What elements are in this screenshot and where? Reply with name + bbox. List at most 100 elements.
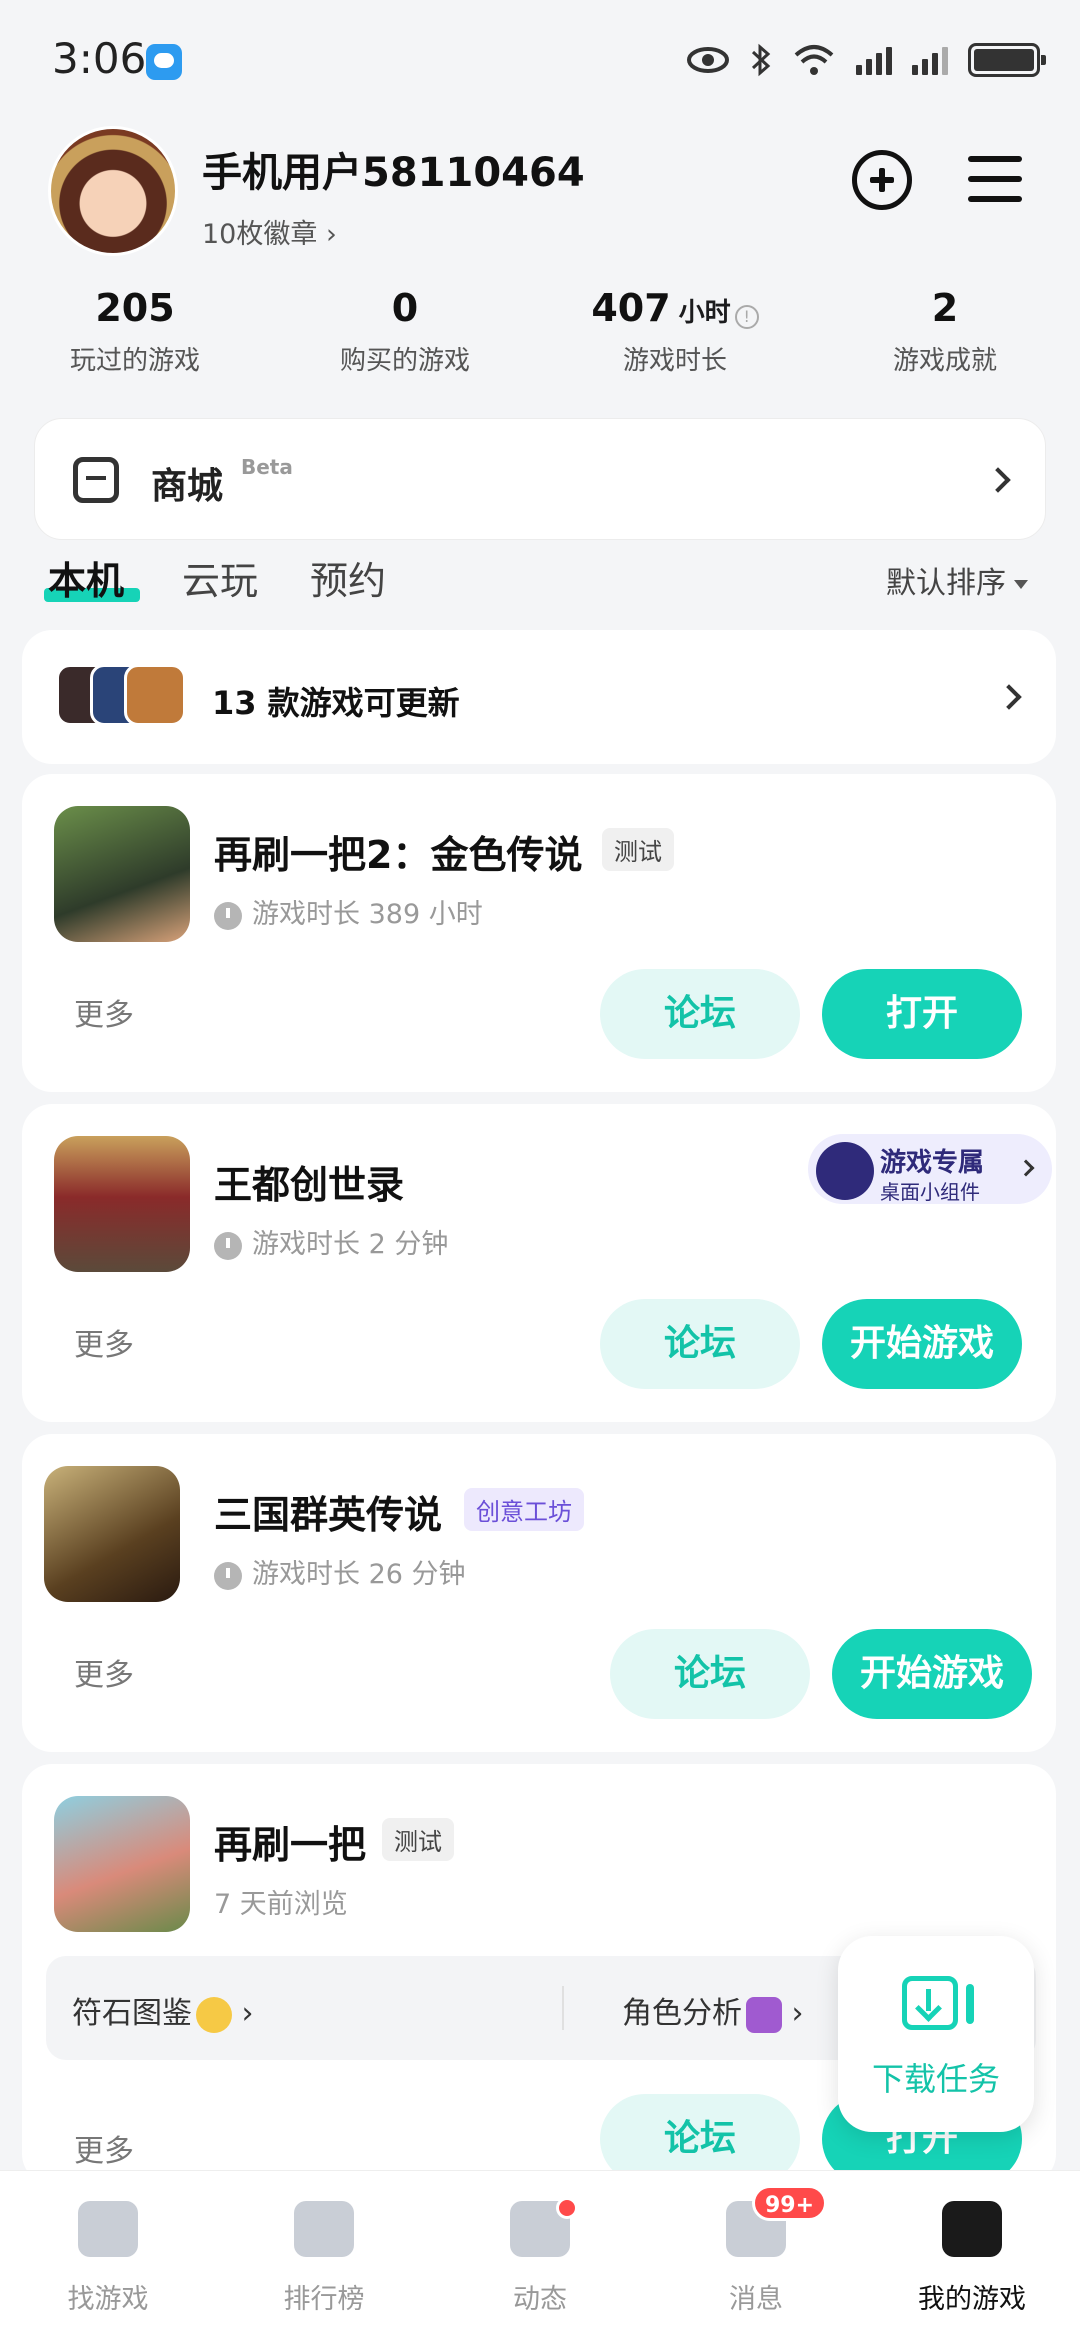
update-text: 13 款游戏可更新 bbox=[212, 684, 460, 722]
stat-label: 玩过的游戏 bbox=[69, 346, 200, 376]
download-icon bbox=[902, 1976, 958, 2030]
stats-row: 205 玩过的游戏 0 购买的游戏 407 小时! 游戏时长 2 游戏成就 bbox=[0, 286, 1080, 377]
my-games-icon bbox=[942, 2201, 1002, 2257]
nav-label: 排行榜 bbox=[283, 2284, 365, 2315]
desktop-widget-button[interactable]: 游戏专属 桌面小组件 bbox=[808, 1134, 1052, 1204]
avatar[interactable] bbox=[48, 126, 178, 256]
update-banner[interactable]: 13 款游戏可更新 bbox=[22, 630, 1056, 764]
download-label: 下载任务 bbox=[871, 2060, 1000, 2098]
beta-badge: Beta bbox=[241, 455, 293, 479]
widget-title: 游戏专属 bbox=[880, 1148, 985, 1178]
info-icon[interactable]: ! bbox=[734, 304, 759, 329]
stat-purchased[interactable]: 0 购买的游戏 bbox=[270, 286, 540, 377]
more-link[interactable]: 更多 bbox=[74, 1320, 134, 1364]
signal-icon bbox=[912, 45, 948, 75]
game-card[interactable]: 再刷一把2：金色传说 测试 游戏时长 389 小时 更多 论坛 打开 bbox=[22, 774, 1056, 1092]
download-tasks-button[interactable]: 下载任务 bbox=[838, 1936, 1034, 2132]
badges-link[interactable]: 10枚徽章 › bbox=[202, 212, 337, 251]
playtime: 游戏时长 2 分钟 bbox=[214, 1222, 448, 1261]
mall-card[interactable]: 商城 Beta bbox=[34, 418, 1046, 540]
stat-value: 2 bbox=[931, 286, 959, 330]
stat-value: 205 bbox=[95, 286, 175, 330]
game-card[interactable]: 王都创世录 游戏专属 桌面小组件 游戏时长 2 分钟 更多 论坛 开始游戏 bbox=[22, 1104, 1056, 1422]
add-button[interactable] bbox=[852, 150, 912, 210]
game-icon bbox=[54, 1796, 190, 1932]
nav-label: 消息 bbox=[729, 2284, 783, 2315]
store-icon bbox=[73, 457, 119, 503]
nav-label: 动态 bbox=[513, 2284, 567, 2315]
tool-label: 符石图鉴 bbox=[72, 1996, 192, 2031]
nav-label: 找游戏 bbox=[67, 2284, 149, 2315]
widget-subtitle: 桌面小组件 bbox=[880, 1180, 980, 1204]
stat-playtime[interactable]: 407 小时! 游戏时长 bbox=[540, 286, 810, 377]
game-title: 王都创世录 bbox=[214, 1163, 405, 1207]
game-icon bbox=[54, 806, 190, 942]
stat-achievements[interactable]: 2 游戏成就 bbox=[810, 286, 1080, 377]
find-game-icon bbox=[78, 2201, 138, 2257]
bluetooth-icon bbox=[751, 43, 771, 77]
workshop-tag: 创意工坊 bbox=[464, 1488, 584, 1531]
chat-app-icon bbox=[146, 44, 182, 80]
nav-feed[interactable]: 动态 bbox=[432, 2171, 648, 2331]
game-title: 再刷一把 bbox=[214, 1823, 367, 1867]
tab-cloud[interactable]: 云玩 bbox=[182, 550, 258, 605]
playtime: 游戏时长 389 小时 bbox=[214, 892, 483, 931]
bottom-nav: 找游戏 排行榜 动态 消息 我的游戏 99+ bbox=[0, 2170, 1080, 2331]
game-icon bbox=[54, 1136, 190, 1272]
game-thumb bbox=[124, 664, 186, 726]
gamepad-icon bbox=[816, 1142, 874, 1200]
playtime: 7 天前浏览 bbox=[214, 1889, 348, 1920]
test-tag: 测试 bbox=[382, 1818, 454, 1861]
game-card[interactable]: 三国群英传说 创意工坊 游戏时长 26 分钟 更多 论坛 开始游戏 bbox=[22, 1434, 1056, 1752]
forum-button[interactable]: 论坛 bbox=[610, 1629, 810, 1719]
download-icon-bar bbox=[966, 1984, 974, 2024]
rune-guide-link[interactable]: 符石图鉴 › bbox=[72, 1988, 254, 2033]
start-game-button[interactable]: 开始游戏 bbox=[822, 1299, 1022, 1389]
timer-icon bbox=[214, 1561, 242, 1590]
stat-unit: 小时 bbox=[678, 298, 731, 328]
stat-label: 游戏时长 bbox=[622, 346, 727, 376]
menu-button[interactable] bbox=[968, 156, 1022, 202]
stat-played[interactable]: 205 玩过的游戏 bbox=[0, 286, 270, 377]
chevron-right-icon bbox=[1017, 1159, 1035, 1177]
forum-button[interactable]: 论坛 bbox=[600, 969, 800, 1059]
unread-badge: 99+ bbox=[752, 2185, 828, 2221]
forum-button[interactable]: 论坛 bbox=[600, 1299, 800, 1389]
mall-label: 商城 bbox=[151, 466, 224, 507]
character-analysis-link[interactable]: 角色分析 › bbox=[622, 1988, 804, 2033]
tab-reserve[interactable]: 预约 bbox=[310, 550, 386, 605]
start-game-button[interactable]: 开始游戏 bbox=[832, 1629, 1032, 1719]
playtime: 游戏时长 26 分钟 bbox=[214, 1552, 466, 1591]
chevron-right-icon bbox=[996, 684, 1022, 710]
tool-label: 角色分析 bbox=[622, 1996, 742, 2031]
stat-value: 407 bbox=[591, 286, 671, 330]
nav-my-games[interactable]: 我的游戏 bbox=[864, 2171, 1080, 2331]
stat-label: 购买的游戏 bbox=[339, 346, 470, 376]
signal-icon bbox=[856, 45, 892, 75]
sort-dropdown[interactable]: 默认排序 bbox=[886, 558, 1028, 602]
more-link[interactable]: 更多 bbox=[74, 1650, 134, 1694]
eye-icon bbox=[687, 47, 729, 73]
notification-dot bbox=[556, 2197, 578, 2219]
stat-value: 0 bbox=[391, 286, 419, 330]
wifi-icon bbox=[794, 45, 834, 75]
stat-label: 游戏成就 bbox=[892, 346, 997, 376]
timer-icon bbox=[214, 901, 242, 930]
monster-emoji-icon bbox=[746, 1996, 782, 2033]
chevron-right-icon bbox=[985, 467, 1011, 493]
playtime-text: 游戏时长 389 小时 bbox=[252, 899, 483, 930]
playtime-text: 游戏时长 26 分钟 bbox=[252, 1559, 466, 1590]
status-time: 3:06 bbox=[52, 34, 147, 83]
nav-ranking[interactable]: 排行榜 bbox=[216, 2171, 432, 2331]
sort-label: 默认排序 bbox=[886, 566, 1006, 601]
game-title: 三国群英传说 bbox=[214, 1493, 443, 1537]
more-link[interactable]: 更多 bbox=[74, 990, 134, 1034]
open-button[interactable]: 打开 bbox=[822, 969, 1022, 1059]
nav-find-game[interactable]: 找游戏 bbox=[0, 2171, 216, 2331]
tab-local[interactable]: 本机 bbox=[48, 550, 124, 605]
timer-icon bbox=[214, 1231, 242, 1260]
more-link[interactable]: 更多 bbox=[74, 2126, 134, 2170]
game-title: 再刷一把2：金色传说 bbox=[214, 833, 583, 877]
username[interactable]: 手机用户58110464 bbox=[202, 140, 585, 198]
game-icon bbox=[44, 1466, 180, 1602]
